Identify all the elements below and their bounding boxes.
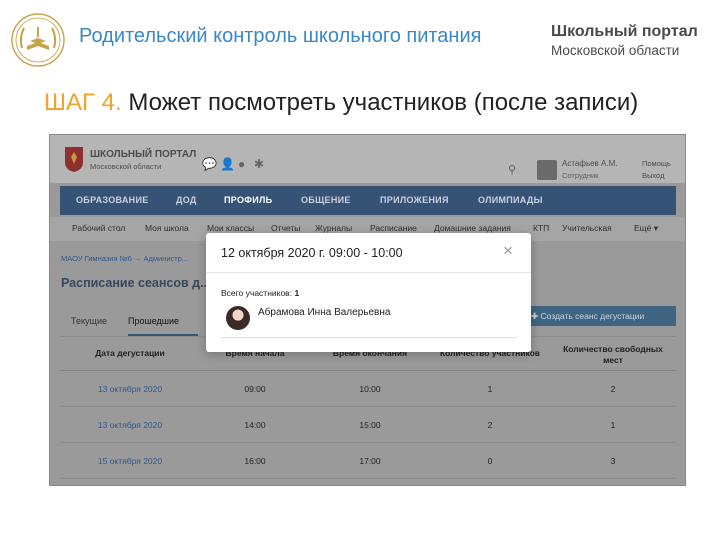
participant-avatar: [226, 306, 250, 330]
cell-free-places: 3: [610, 456, 616, 466]
apple-icon[interactable]: ●: [238, 158, 245, 170]
nav-item-communication[interactable]: ОБЩЕНИЕ: [301, 186, 351, 215]
step-number: ШАГ 4.: [44, 89, 122, 116]
step-text: Может посмотреть участников (после запис…: [128, 89, 639, 116]
submenu-homework[interactable]: Домашние задания: [434, 223, 511, 233]
cell-start: 16:00: [244, 456, 266, 466]
notifications-icon[interactable]: ✱: [254, 158, 264, 170]
moscow-region-emblem-icon: [65, 147, 83, 172]
cell-start: 14:00: [244, 420, 266, 430]
modal-title: 12 октября 2020 г. 09:00 - 10:00: [221, 246, 403, 260]
cell-date[interactable]: 13 октября 2020: [60, 420, 200, 430]
tab-past[interactable]: Прошедшие: [128, 316, 179, 326]
portal-brand-name: Школьный портал: [551, 23, 698, 40]
cell-date[interactable]: 15 октября 2020: [60, 456, 200, 466]
nav-item-olympiads[interactable]: ОЛИМПИАДЫ: [478, 186, 543, 215]
cell-participants: 0: [487, 456, 493, 466]
column-header-date: Дата дегустации: [95, 348, 165, 358]
participants-count-label: Всего участников:: [221, 288, 293, 298]
step-heading: ШАГ 4. Может посмотреть участников (посл…: [44, 88, 694, 134]
participants-count-value: 1: [294, 288, 300, 298]
submenu-my-classes[interactable]: Мои классы: [207, 223, 254, 233]
user-icon[interactable]: 👤: [220, 158, 235, 170]
submenu-reports[interactable]: Отчеты: [271, 223, 300, 233]
cell-end: 15:00: [359, 420, 381, 430]
submenu-more[interactable]: Ещё ▾: [634, 223, 658, 234]
submenu-teachers-room[interactable]: Учительская: [562, 223, 612, 233]
portal-name[interactable]: ШКОЛЬНЫЙ ПОРТАЛ: [90, 149, 196, 160]
participant-name: Абрамова Инна Валерьевна: [258, 307, 391, 318]
nav-item-apps[interactable]: ПРИЛОЖЕНИЯ: [380, 186, 449, 215]
exit-link[interactable]: Выход: [642, 171, 664, 180]
participants-count: Всего участников: 1: [221, 288, 299, 298]
close-icon[interactable]: ×: [503, 242, 513, 259]
main-nav: ОБРАЗОВАНИЕ ДОД ПРОФИЛЬ ОБЩЕНИЕ ПРИЛОЖЕН…: [60, 186, 676, 215]
table-row[interactable]: 15 октября 2020 16:00 17:00 0 3: [60, 443, 676, 479]
cell-date[interactable]: 13 октября 2020: [60, 384, 200, 394]
submenu-ktp[interactable]: КТП: [533, 223, 549, 233]
active-tab-indicator: [128, 334, 198, 336]
nav-item-profile[interactable]: ПРОФИЛЬ: [224, 186, 272, 215]
breadcrumb[interactable]: МАОУ Гимназия №6 → Администр...: [61, 254, 188, 263]
sessions-table: Дата дегустации Время начала Время оконч…: [60, 337, 676, 479]
portal-brand-region: Московской области: [551, 43, 680, 58]
submenu-my-school[interactable]: Моя школа: [145, 223, 189, 233]
portal-topbar: ШКОЛЬНЫЙ ПОРТАЛ Московской области 💬 👤 ●…: [50, 135, 685, 183]
participants-modal: 12 октября 2020 г. 09:00 - 10:00 × Всего…: [206, 233, 531, 352]
search-icon[interactable]: ⚲: [508, 163, 516, 176]
cell-participants: 1: [487, 384, 493, 394]
modal-header: 12 октября 2020 г. 09:00 - 10:00 ×: [206, 233, 531, 273]
cell-start: 09:00: [244, 384, 266, 394]
help-link[interactable]: Помощь: [642, 159, 671, 168]
nav-item-education[interactable]: ОБРАЗОВАНИЕ: [76, 186, 149, 215]
submenu-journals[interactable]: Журналы: [315, 223, 352, 233]
slide-header-title: Родительский контроль школьного питания: [79, 25, 482, 47]
portal-brand: Школьный портал Московской области: [551, 22, 698, 59]
cell-end: 10:00: [359, 384, 381, 394]
chat-icon[interactable]: 💬: [202, 158, 217, 170]
submenu-schedule[interactable]: Расписание: [370, 223, 417, 233]
create-button-label: Создать сеанс дегустации: [540, 311, 645, 321]
user-role: Сотрудник: [562, 171, 599, 180]
user-avatar[interactable]: [537, 160, 557, 180]
nav-item-dod[interactable]: ДОД: [176, 186, 197, 215]
cell-free-places: 1: [610, 420, 616, 430]
school-portal-logo: [11, 13, 65, 67]
user-name[interactable]: Астафьев А.М.: [562, 159, 617, 168]
table-row[interactable]: 13 октября 2020 09:00 10:00 1 2: [60, 371, 676, 407]
submenu-desktop[interactable]: Рабочий стол: [72, 223, 125, 233]
page-title: Расписание сеансов д...: [61, 276, 211, 290]
table-row[interactable]: 13 октября 2020 14:00 15:00 2 1: [60, 407, 676, 443]
divider: [221, 337, 517, 338]
cell-free-places: 2: [610, 384, 616, 394]
cell-participants: 2: [487, 420, 493, 430]
cell-end: 17:00: [359, 456, 381, 466]
tab-current[interactable]: Текущие: [71, 316, 107, 326]
create-tasting-session-button[interactable]: ✚ Создать сеанс дегустации: [517, 306, 676, 326]
column-header-free-places: Количество свободных мест: [563, 344, 663, 365]
portal-region: Московской области: [90, 162, 162, 171]
